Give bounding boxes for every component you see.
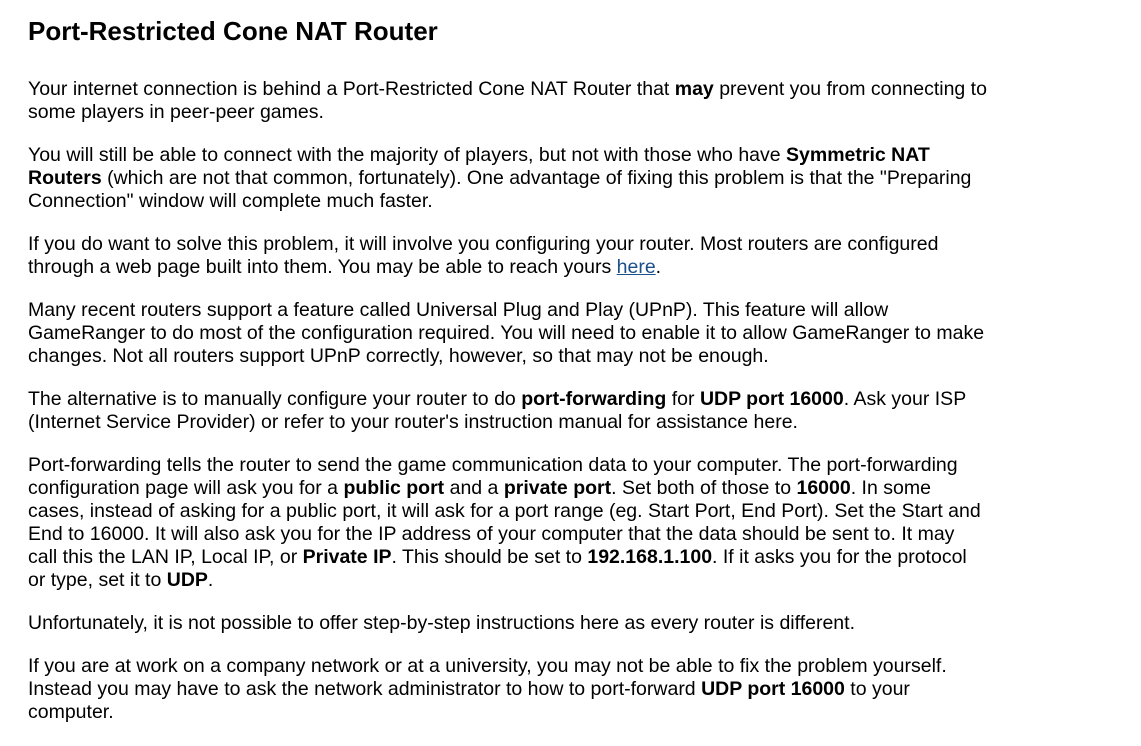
port-forwarding-paragraph: The alternative is to manually configure… — [28, 388, 966, 433]
emphasis-text: may — [674, 78, 714, 100]
emphasis-text: UDP port 16000 — [699, 388, 844, 410]
router-page-link[interactable]: here — [617, 256, 656, 278]
emphasis-text: Private IP — [302, 546, 392, 568]
symmetric-nat-paragraph: You will still be able to connect with t… — [28, 144, 972, 212]
emphasis-text: private port — [503, 477, 612, 499]
emphasis-text: 192.168.1.100 — [587, 546, 713, 568]
help-page: Port-Restricted Cone NAT Router Your int… — [0, 0, 988, 724]
emphasis-text: port-forwarding — [521, 388, 667, 410]
upnp-paragraph: Many recent routers support a feature ca… — [28, 299, 985, 367]
emphasis-text: 16000 — [796, 477, 851, 499]
emphasis-text: UDP port 16000 — [701, 678, 845, 700]
configure-router-paragraph: If you do want to solve this problem, it… — [28, 233, 939, 278]
page-title: Port-Restricted Cone NAT Router — [28, 16, 438, 46]
no-step-by-step-paragraph: Unfortunately, it is not possible to off… — [28, 612, 855, 634]
emphasis-text: public port — [343, 477, 445, 499]
port-forwarding-details-paragraph: Port-forwarding tells the router to send… — [28, 454, 981, 591]
company-network-paragraph: If you are at work on a company network … — [28, 655, 947, 723]
intro-paragraph: Your internet connection is behind a Por… — [28, 78, 987, 123]
emphasis-text: UDP — [166, 569, 208, 591]
